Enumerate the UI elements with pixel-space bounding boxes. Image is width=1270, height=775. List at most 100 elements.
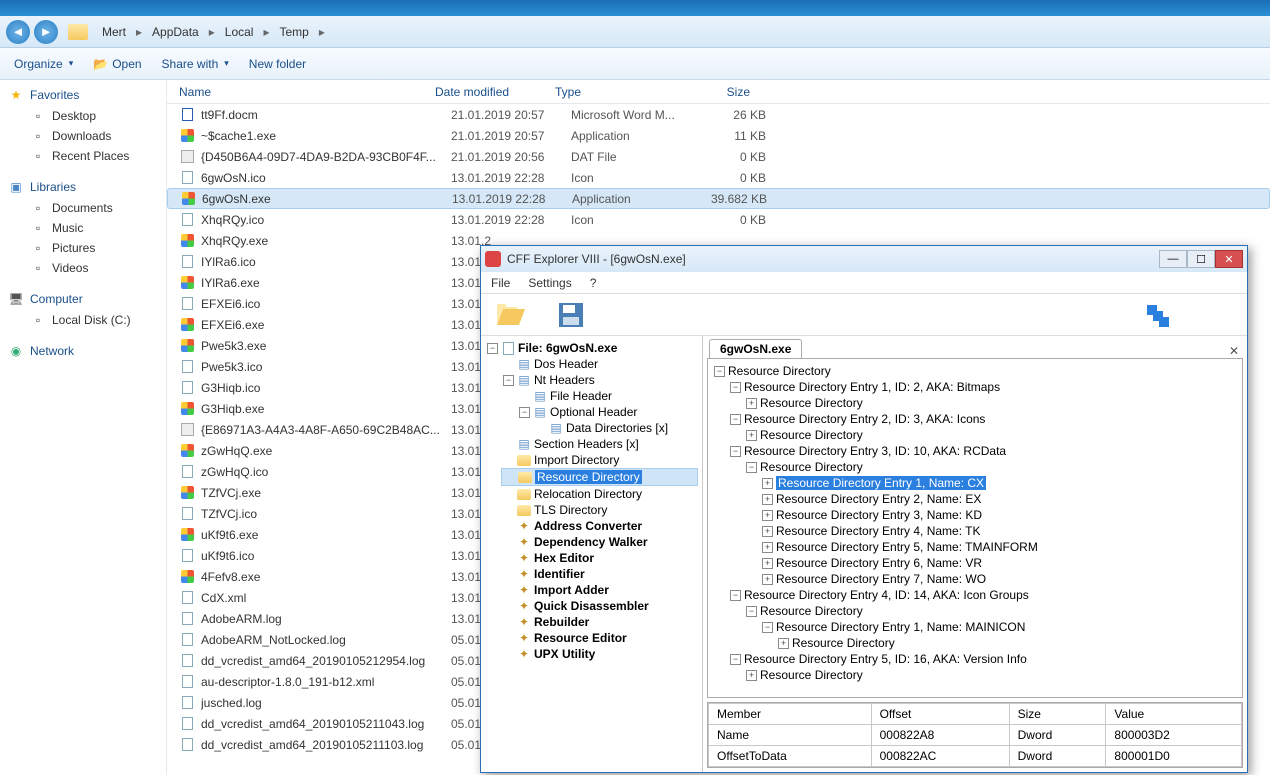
tree-node[interactable]: +✦Hex Editor	[501, 550, 698, 566]
table-row[interactable]: Name000822A8Dword800003D2	[709, 725, 1242, 746]
tree-node[interactable]: +Resource Directory Entry 6, Name: VR	[760, 555, 1238, 571]
expand-icon[interactable]: +	[762, 526, 773, 537]
collapse-icon[interactable]: −	[730, 414, 741, 425]
nav-forward-button[interactable]: ►	[34, 20, 58, 44]
expand-icon[interactable]: +	[762, 558, 773, 569]
tree-node[interactable]: +▤Section Headers [x]	[501, 436, 698, 452]
collapse-icon[interactable]: −	[762, 622, 773, 633]
tree-node[interactable]: −Resource Directory	[744, 459, 1238, 475]
sidebar-item[interactable]: ▫Recent Places	[0, 146, 166, 166]
sidebar-item[interactable]: ▫Documents	[0, 198, 166, 218]
cff-titlebar[interactable]: CFF Explorer VIII - [6gwOsN.exe] — ☐ ✕	[481, 246, 1247, 272]
file-row[interactable]: 6gwOsN.ico13.01.2019 22:28Icon0 KB	[167, 167, 1270, 188]
tree-node[interactable]: −Resource Directory Entry 5, ID: 16, AKA…	[728, 651, 1238, 667]
expand-icon[interactable]: +	[762, 542, 773, 553]
breadcrumb-item[interactable]: AppData	[148, 23, 203, 41]
tree-node[interactable]: −Resource Directory Entry 1, ID: 2, AKA:…	[728, 379, 1238, 395]
file-row[interactable]: 6gwOsN.exe13.01.2019 22:28Application39.…	[167, 188, 1270, 209]
tree-node[interactable]: −▤Nt Headers	[501, 372, 698, 388]
sidebar-libraries[interactable]: ▣Libraries	[0, 176, 166, 198]
tree-node[interactable]: +Resource Directory	[744, 667, 1238, 683]
menu-item[interactable]: Settings	[528, 276, 571, 290]
tree-node[interactable]: +✦Address Converter	[501, 518, 698, 534]
tree-node[interactable]: −▤Optional Header	[517, 404, 698, 420]
tree-node[interactable]: +Resource Directory	[776, 635, 1238, 651]
collapse-icon[interactable]: −	[730, 446, 741, 457]
tree-node[interactable]: +Relocation Directory	[501, 486, 698, 502]
tree-node[interactable]: +Resource Directory Entry 7, Name: WO	[760, 571, 1238, 587]
tree-node[interactable]: +Resource Directory Entry 3, Name: KD	[760, 507, 1238, 523]
breadcrumb-item[interactable]: Temp	[275, 23, 312, 41]
close-button[interactable]: ✕	[1215, 250, 1243, 268]
tree-node[interactable]: +Resource Directory Entry 4, Name: TK	[760, 523, 1238, 539]
tree-node[interactable]: −Resource Directory	[712, 363, 1238, 379]
column-headers[interactable]: Name Date modified Type Size	[167, 80, 1270, 104]
cff-tab-close[interactable]: ✕	[1229, 344, 1239, 358]
sidebar-item[interactable]: ▫Pictures	[0, 238, 166, 258]
tree-node[interactable]: +✦Import Adder	[501, 582, 698, 598]
tree-node[interactable]: +✦Quick Disassembler	[501, 598, 698, 614]
tree-node[interactable]: +Resource Directory Entry 1, Name: CX	[760, 475, 1238, 491]
collapse-icon[interactable]: −	[730, 654, 741, 665]
expand-icon[interactable]: +	[762, 510, 773, 521]
file-row[interactable]: ~$cache1.exe21.01.2019 20:57Application1…	[167, 125, 1270, 146]
file-row[interactable]: XhqRQy.ico13.01.2019 22:28Icon0 KB	[167, 209, 1270, 230]
collapse-icon[interactable]: −	[487, 343, 498, 354]
expand-icon[interactable]: +	[762, 494, 773, 505]
sidebar-network[interactable]: ◉Network	[0, 340, 166, 362]
tree-node[interactable]: +✦Dependency Walker	[501, 534, 698, 550]
table-header[interactable]: Member	[709, 704, 872, 725]
collapse-icon[interactable]: −	[714, 366, 725, 377]
new-folder-button[interactable]: New folder	[249, 57, 306, 71]
collapse-icon[interactable]: −	[746, 462, 757, 473]
expand-icon[interactable]: +	[746, 398, 757, 409]
tree-node[interactable]: +Resource Directory	[501, 468, 698, 486]
organize-button[interactable]: Organize	[14, 57, 73, 71]
cff-tab[interactable]: 6gwOsN.exe	[709, 339, 802, 358]
tree-node[interactable]: +TLS Directory	[501, 502, 698, 518]
sidebar-computer[interactable]: 🖥Computer	[0, 288, 166, 310]
tree-node[interactable]: −Resource Directory	[744, 603, 1238, 619]
tree-node[interactable]: +✦Rebuilder	[501, 614, 698, 630]
col-name[interactable]: Name	[179, 85, 435, 99]
tree-node[interactable]: +▤Dos Header	[501, 356, 698, 372]
tree-node[interactable]: +Resource Directory	[744, 395, 1238, 411]
table-row[interactable]: OffsetToData000822ACDword800001D0	[709, 746, 1242, 767]
col-type[interactable]: Type	[555, 85, 675, 99]
collapse-icon[interactable]: −	[730, 590, 741, 601]
file-row[interactable]: {D450B6A4-09D7-4DA9-B2DA-93CB0F4F...21.0…	[167, 146, 1270, 167]
breadcrumb-item[interactable]: Local	[221, 23, 258, 41]
tree-node[interactable]: −Resource Directory Entry 1, Name: MAINI…	[760, 619, 1238, 635]
collapse-icon[interactable]: −	[503, 375, 514, 386]
menu-item[interactable]: ?	[590, 276, 597, 290]
tree-node[interactable]: +Import Directory	[501, 452, 698, 468]
share-button[interactable]: Share with	[162, 57, 229, 71]
nav-back-button[interactable]: ◄	[6, 20, 30, 44]
breadcrumb-item[interactable]: Mert	[98, 23, 130, 41]
expand-icon[interactable]: +	[762, 574, 773, 585]
tree-node[interactable]: +▤Data Directories [x]	[533, 420, 698, 436]
tree-node[interactable]: −Resource Directory Entry 3, ID: 10, AKA…	[728, 443, 1238, 459]
menu-item[interactable]: File	[491, 276, 510, 290]
tree-node[interactable]: +Resource Directory Entry 2, Name: EX	[760, 491, 1238, 507]
tree-node[interactable]: +✦Resource Editor	[501, 630, 698, 646]
sidebar-item[interactable]: ▫Music	[0, 218, 166, 238]
sidebar-item[interactable]: ▫Desktop	[0, 106, 166, 126]
file-row[interactable]: tt9Ff.docm21.01.2019 20:57Microsoft Word…	[167, 104, 1270, 125]
table-header[interactable]: Offset	[871, 704, 1009, 725]
col-date[interactable]: Date modified	[435, 85, 555, 99]
collapse-icon[interactable]: −	[519, 407, 530, 418]
sidebar-favorites[interactable]: ★Favorites	[0, 84, 166, 106]
table-header[interactable]: Size	[1009, 704, 1106, 725]
collapse-icon[interactable]: −	[746, 606, 757, 617]
expand-icon[interactable]: +	[746, 670, 757, 681]
tree-node[interactable]: +▤File Header	[517, 388, 698, 404]
minimize-button[interactable]: —	[1159, 250, 1187, 268]
open-button[interactable]: 📂 Open	[93, 57, 141, 71]
tree-node[interactable]: −File: 6gwOsN.exe	[485, 340, 698, 356]
col-size[interactable]: Size	[675, 85, 750, 99]
tree-node[interactable]: +✦UPX Utility	[501, 646, 698, 662]
tree-node[interactable]: −Resource Directory Entry 2, ID: 3, AKA:…	[728, 411, 1238, 427]
collapse-icon[interactable]: −	[730, 382, 741, 393]
sidebar-item[interactable]: ▫Videos	[0, 258, 166, 278]
